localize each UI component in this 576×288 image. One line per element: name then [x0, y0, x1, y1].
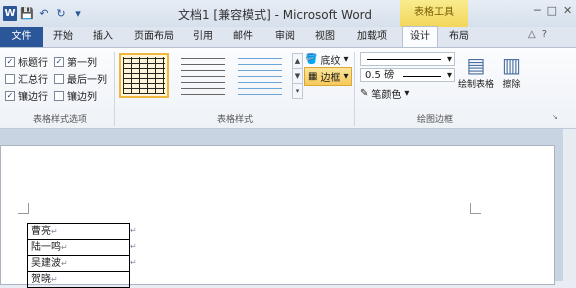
row-end-mark-icon: ↵ — [130, 258, 137, 267]
tab-file[interactable]: 文件 — [0, 27, 43, 47]
checkbox-last-column[interactable]: 最后一列 — [54, 71, 107, 86]
table-style-grid[interactable] — [119, 53, 169, 98]
table-cell-text: 曹亮 — [31, 226, 51, 237]
row-end-mark-icon: ↵ — [130, 242, 137, 251]
vertical-scrollbar[interactable] — [563, 129, 576, 281]
checkbox-empty-icon — [54, 90, 64, 101]
gallery-more-icon[interactable]: ▾ — [292, 83, 303, 99]
chevron-down-icon: ▾ — [404, 88, 410, 99]
checkbox-banded-rows[interactable]: ✓ 镶边行 — [5, 88, 48, 103]
minimize-ribbon-icon[interactable]: △ — [528, 29, 536, 40]
line-weight-dropdown[interactable]: 0.5 磅 ▾ — [360, 68, 455, 82]
chevron-down-icon: ▾ — [343, 71, 349, 82]
gallery-up-icon[interactable]: ▲ — [292, 53, 303, 69]
tab-references[interactable]: 引用 — [186, 27, 220, 47]
word-app-icon[interactable]: W — [3, 6, 17, 21]
cell-mark-icon: ↵ — [51, 275, 58, 284]
chevron-down-icon: ▾ — [446, 70, 452, 81]
table-cell-text: 贺晓 — [31, 274, 51, 285]
checkbox-total-row[interactable]: 汇总行 — [5, 71, 48, 86]
tab-view[interactable]: 视图 — [308, 27, 342, 47]
name-table[interactable]: 曹亮↵ 陆一鸣↵ 吴建波↵ 贺晓↵ — [27, 223, 130, 288]
checkbox-header-row[interactable]: ✓ 标题行 — [5, 54, 48, 69]
checkbox-banded-columns[interactable]: 镶边列 — [54, 88, 97, 103]
close-icon[interactable]: ✕ — [563, 4, 572, 17]
ribbon-controls: △ ? — [528, 29, 547, 40]
tab-mailings[interactable]: 邮件 — [226, 27, 260, 47]
table-style-blue-lines[interactable] — [235, 53, 285, 98]
margin-corner-mark — [470, 203, 481, 214]
dialog-launcher-icon[interactable]: ↘ — [552, 113, 558, 121]
cell-mark-icon: ↵ — [61, 259, 68, 268]
chevron-down-icon: ▾ — [446, 54, 452, 65]
checkbox-checked-icon: ✓ — [54, 56, 64, 67]
cell-mark-icon: ↵ — [61, 243, 68, 252]
chevron-down-icon: ▾ — [343, 54, 349, 65]
checkbox-empty-icon — [5, 73, 15, 84]
pen-color-button[interactable]: ✎ 笔颜色 ▾ — [360, 86, 409, 101]
gallery-down-icon[interactable]: ▼ — [292, 68, 303, 84]
undo-icon[interactable]: ↶ — [37, 7, 51, 21]
tab-insert[interactable]: 插入 — [86, 27, 120, 47]
group-separator — [354, 52, 355, 126]
quick-access-toolbar: W 💾 ↶ ↻ ▾ — [0, 0, 85, 27]
tab-add-ins[interactable]: 加载项 — [350, 27, 394, 47]
table-row: 曹亮↵ — [27, 223, 130, 240]
group-label-style-options: 表格样式选项 — [32, 115, 87, 125]
customize-qat-icon[interactable]: ▾ — [71, 7, 85, 21]
table-row: 吴建波↵ — [27, 255, 130, 272]
tab-design[interactable]: 设计 — [402, 26, 438, 47]
shading-button[interactable]: 🪣 底纹 ▾ — [305, 52, 348, 67]
border-grid-icon: ▦ — [308, 71, 318, 82]
checkbox-checked-icon: ✓ — [5, 90, 15, 101]
context-tab-group: 表格工具 — [400, 0, 468, 27]
save-icon[interactable]: 💾 — [20, 7, 34, 21]
table-row: 陆一鸣↵ — [27, 239, 130, 256]
margin-corner-mark — [18, 203, 29, 214]
cell-mark-icon: ↵ — [51, 227, 58, 236]
window-title: 文档1 [兼容模式] - Microsoft Word — [177, 8, 373, 22]
tab-home[interactable]: 开始 — [46, 27, 80, 47]
line-style-dropdown[interactable]: ▾ — [360, 52, 455, 66]
draw-table-button[interactable]: ▤ 绘制表格 — [458, 53, 494, 90]
checkbox-empty-icon — [54, 73, 64, 84]
group-label-draw-borders: 绘图边框 — [416, 115, 453, 125]
pen-icon: ✎ — [360, 88, 369, 99]
tab-page-layout[interactable]: 页面布局 — [126, 27, 182, 47]
tab-layout[interactable]: 布局 — [442, 27, 476, 47]
eraser-button[interactable]: ▥ 擦除 — [502, 53, 521, 90]
table-cell-text: 吴建波 — [31, 258, 61, 269]
draw-table-icon: ▤ — [466, 53, 486, 77]
maximize-icon[interactable]: □ — [547, 4, 557, 17]
tab-review[interactable]: 审阅 — [268, 27, 302, 47]
table-row: 贺晓↵ — [27, 271, 130, 288]
row-end-mark-icon: ↵ — [130, 226, 137, 235]
table-cell-text: 陆一鸣 — [31, 242, 61, 253]
paint-bucket-icon: 🪣 — [305, 54, 318, 65]
ribbon-tab-bar: 文件 开始 插入 页面布局 引用 邮件 审阅 视图 加载项 设计 布局 — [0, 26, 576, 48]
checkbox-checked-icon: ✓ — [5, 56, 15, 67]
group-separator — [114, 52, 115, 126]
window-controls: ─ □ ✕ — [534, 4, 572, 17]
redo-icon[interactable]: ↻ — [54, 7, 68, 21]
checkbox-first-column[interactable]: ✓ 第一列 — [54, 54, 97, 69]
minimize-icon[interactable]: ─ — [534, 4, 541, 17]
borders-button[interactable]: ▦ 边框 ▾ — [304, 67, 353, 86]
group-label-table-styles: 表格样式 — [216, 115, 253, 125]
help-icon[interactable]: ? — [542, 29, 547, 40]
eraser-icon: ▥ — [502, 53, 521, 77]
table-style-plain-lines[interactable] — [178, 53, 228, 98]
